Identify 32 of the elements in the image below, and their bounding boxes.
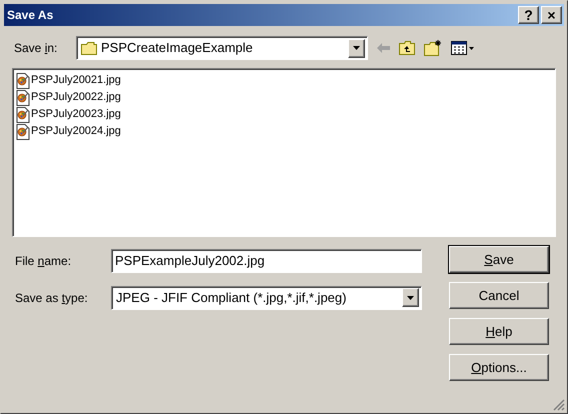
help-button[interactable]: ? xyxy=(518,6,539,24)
file-type-value: JPEG - JFIF Compliant (*.jpg,*.jif,*.jpeg) xyxy=(116,288,348,307)
dropdown-button[interactable] xyxy=(348,38,365,58)
new-folder-icon[interactable] xyxy=(424,40,442,56)
caret-icon xyxy=(353,46,360,50)
save-as-type-dropdown[interactable]: JPEG - JFIF Compliant (*.jpg,*.jif,*.jpeg) xyxy=(111,286,422,310)
save-as-type-label: Save as type: xyxy=(15,290,89,306)
caret-icon xyxy=(407,296,414,300)
file-item[interactable]: PSPJuly20024.jpg xyxy=(16,123,123,140)
save-in-dropdown[interactable]: PSPCreateImageExample xyxy=(76,36,368,60)
dialog-button[interactable]: Cancel xyxy=(449,282,549,309)
window-title: Save As xyxy=(7,7,54,24)
save-in-label: Save in: xyxy=(14,40,58,57)
close-button[interactable]: × xyxy=(541,6,562,24)
resize-grip-icon[interactable] xyxy=(553,399,565,411)
dropdown-button[interactable] xyxy=(402,288,419,307)
folder-icon xyxy=(81,42,97,54)
view-menu-icon[interactable] xyxy=(451,41,475,55)
dialog-button[interactable]: Options... xyxy=(449,354,549,381)
file-item[interactable]: PSPJuly20021.jpg xyxy=(16,72,123,89)
up-folder-icon[interactable] xyxy=(399,41,415,55)
file-item[interactable]: PSPJuly20023.jpg xyxy=(16,106,123,123)
image-file-icon xyxy=(16,124,30,140)
file-name-label: File name: xyxy=(15,252,72,270)
file-item[interactable]: PSPJuly20022.jpg xyxy=(16,89,123,106)
dialog-button[interactable]: Help xyxy=(449,318,549,345)
image-file-icon xyxy=(16,72,30,88)
dialog-button[interactable]: Save xyxy=(449,246,549,273)
image-file-icon xyxy=(16,90,30,106)
image-file-icon xyxy=(16,106,30,122)
folder-name: PSPCreateImageExample xyxy=(101,39,254,58)
file-name-field[interactable]: PSPExampleJuly2002.jpg xyxy=(111,248,422,272)
